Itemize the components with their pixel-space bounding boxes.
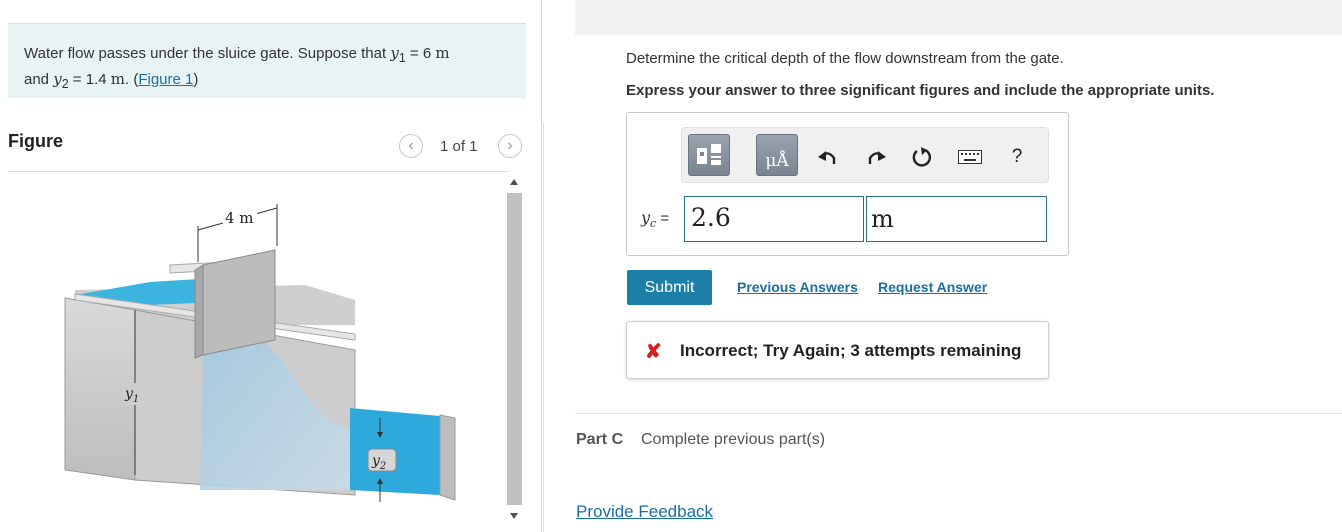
and-text: and xyxy=(24,71,54,88)
part-c-status: Complete previous part(s) xyxy=(641,431,826,448)
undo-button[interactable] xyxy=(816,145,840,169)
scrollbar-thumb[interactable] xyxy=(507,193,522,505)
y2-equals: = 1.4 xyxy=(68,71,111,88)
var-symbol: y xyxy=(641,208,651,227)
keyboard-icon xyxy=(958,150,982,164)
chevron-left-icon: ‹ xyxy=(408,137,414,154)
redo-button[interactable] xyxy=(864,145,888,169)
help-label: ? xyxy=(1011,146,1023,167)
question-prompt: Determine the critical depth of the flow… xyxy=(626,50,1064,67)
figure-link[interactable]: Figure 1 xyxy=(138,71,193,88)
y1-subscript: 1 xyxy=(398,51,406,65)
problem-text: Water flow passes under the sluice gate.… xyxy=(24,45,391,62)
gate-edge xyxy=(194,264,204,359)
close-paren: ) xyxy=(193,71,199,88)
redo-icon xyxy=(868,151,886,164)
scroll-up-icon[interactable] xyxy=(510,179,518,185)
part-header-strip xyxy=(575,0,1342,35)
provide-feedback-link[interactable]: Provide Feedback xyxy=(576,502,713,522)
help-button[interactable]: ? xyxy=(1005,145,1029,169)
previous-figure-button[interactable]: ‹ xyxy=(399,134,423,158)
reset-button[interactable] xyxy=(910,145,934,169)
width-dimension-label: 4 m xyxy=(225,209,254,227)
answer-unit-input[interactable]: m xyxy=(866,196,1047,242)
channel-right-wall xyxy=(439,414,456,501)
figure-divider xyxy=(8,171,508,172)
part-divider xyxy=(575,413,1342,414)
scroll-down-icon[interactable] xyxy=(510,513,518,519)
sluice-gate-figure: 4 m y1 y2 xyxy=(64,204,456,502)
submit-button[interactable]: Submit xyxy=(627,270,712,305)
y1-symbol: y xyxy=(390,44,399,62)
y2-subscript: 2 xyxy=(61,77,69,91)
feedback-message: Incorrect; Try Again; 3 attempts remaini… xyxy=(680,341,1022,360)
answer-variable-label: yc = xyxy=(641,208,669,230)
answer-instruction: Express your answer to three significant… xyxy=(626,82,1215,99)
next-figure-button[interactable]: › xyxy=(498,134,522,158)
gate-plate xyxy=(202,249,276,356)
figure-pager-count: 1 of 1 xyxy=(440,138,478,155)
units-label: μÅ xyxy=(765,151,789,171)
keyboard-button[interactable] xyxy=(957,145,983,169)
units-button[interactable]: μÅ xyxy=(756,134,798,176)
var-equals: = xyxy=(656,210,670,227)
reset-icon xyxy=(912,147,932,167)
y2-unit: m xyxy=(110,70,125,88)
request-answer-link[interactable]: Request Answer xyxy=(878,279,987,295)
y1-unit: m xyxy=(435,44,450,62)
templates-icon xyxy=(697,144,721,165)
undo-icon xyxy=(818,151,836,164)
y2-symbol: y xyxy=(53,70,62,88)
templates-button[interactable] xyxy=(688,134,730,176)
y1-equals: = 6 xyxy=(405,45,436,62)
previous-answers-link[interactable]: Previous Answers xyxy=(737,279,858,295)
problem-statement: Water flow passes under the sluice gate.… xyxy=(8,23,526,98)
answer-value-input[interactable]: 2.6 xyxy=(684,196,864,242)
dot-paren: . ( xyxy=(125,71,139,88)
x-icon: ✘ xyxy=(645,341,662,363)
column-divider xyxy=(541,0,542,532)
part-c-label: Part C xyxy=(576,431,624,448)
column-divider-secondary xyxy=(543,122,544,532)
figure-title: Figure xyxy=(8,131,64,151)
chevron-right-icon: › xyxy=(507,137,513,154)
